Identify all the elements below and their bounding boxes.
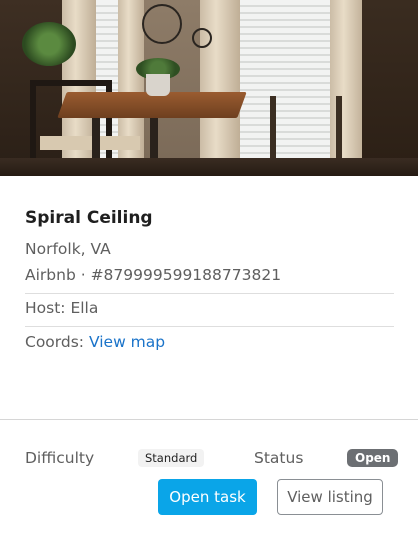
status-badge: Open (347, 449, 399, 467)
view-listing-button[interactable]: View listing (277, 479, 383, 515)
open-task-button[interactable]: Open task (158, 479, 257, 515)
difficulty-label: Difficulty (25, 449, 95, 467)
listing-card: Spiral Ceiling Norfolk, VA Airbnb · #879… (0, 0, 418, 546)
listing-coords: Coords: View map (25, 333, 165, 351)
footer-divider (0, 419, 418, 420)
listing-reference: Airbnb · #879999599188773821 (25, 266, 282, 284)
coords-label: Coords: (25, 333, 85, 351)
listing-host: Host: Ella (25, 299, 99, 317)
divider (25, 293, 394, 294)
listing-location: Norfolk, VA (25, 240, 111, 258)
listing-title: Spiral Ceiling (25, 208, 153, 228)
divider (25, 326, 394, 327)
difficulty-badge: Standard (138, 449, 205, 467)
status-label: Status (254, 449, 304, 467)
view-map-link[interactable]: View map (89, 333, 165, 351)
listing-photo (0, 0, 418, 176)
